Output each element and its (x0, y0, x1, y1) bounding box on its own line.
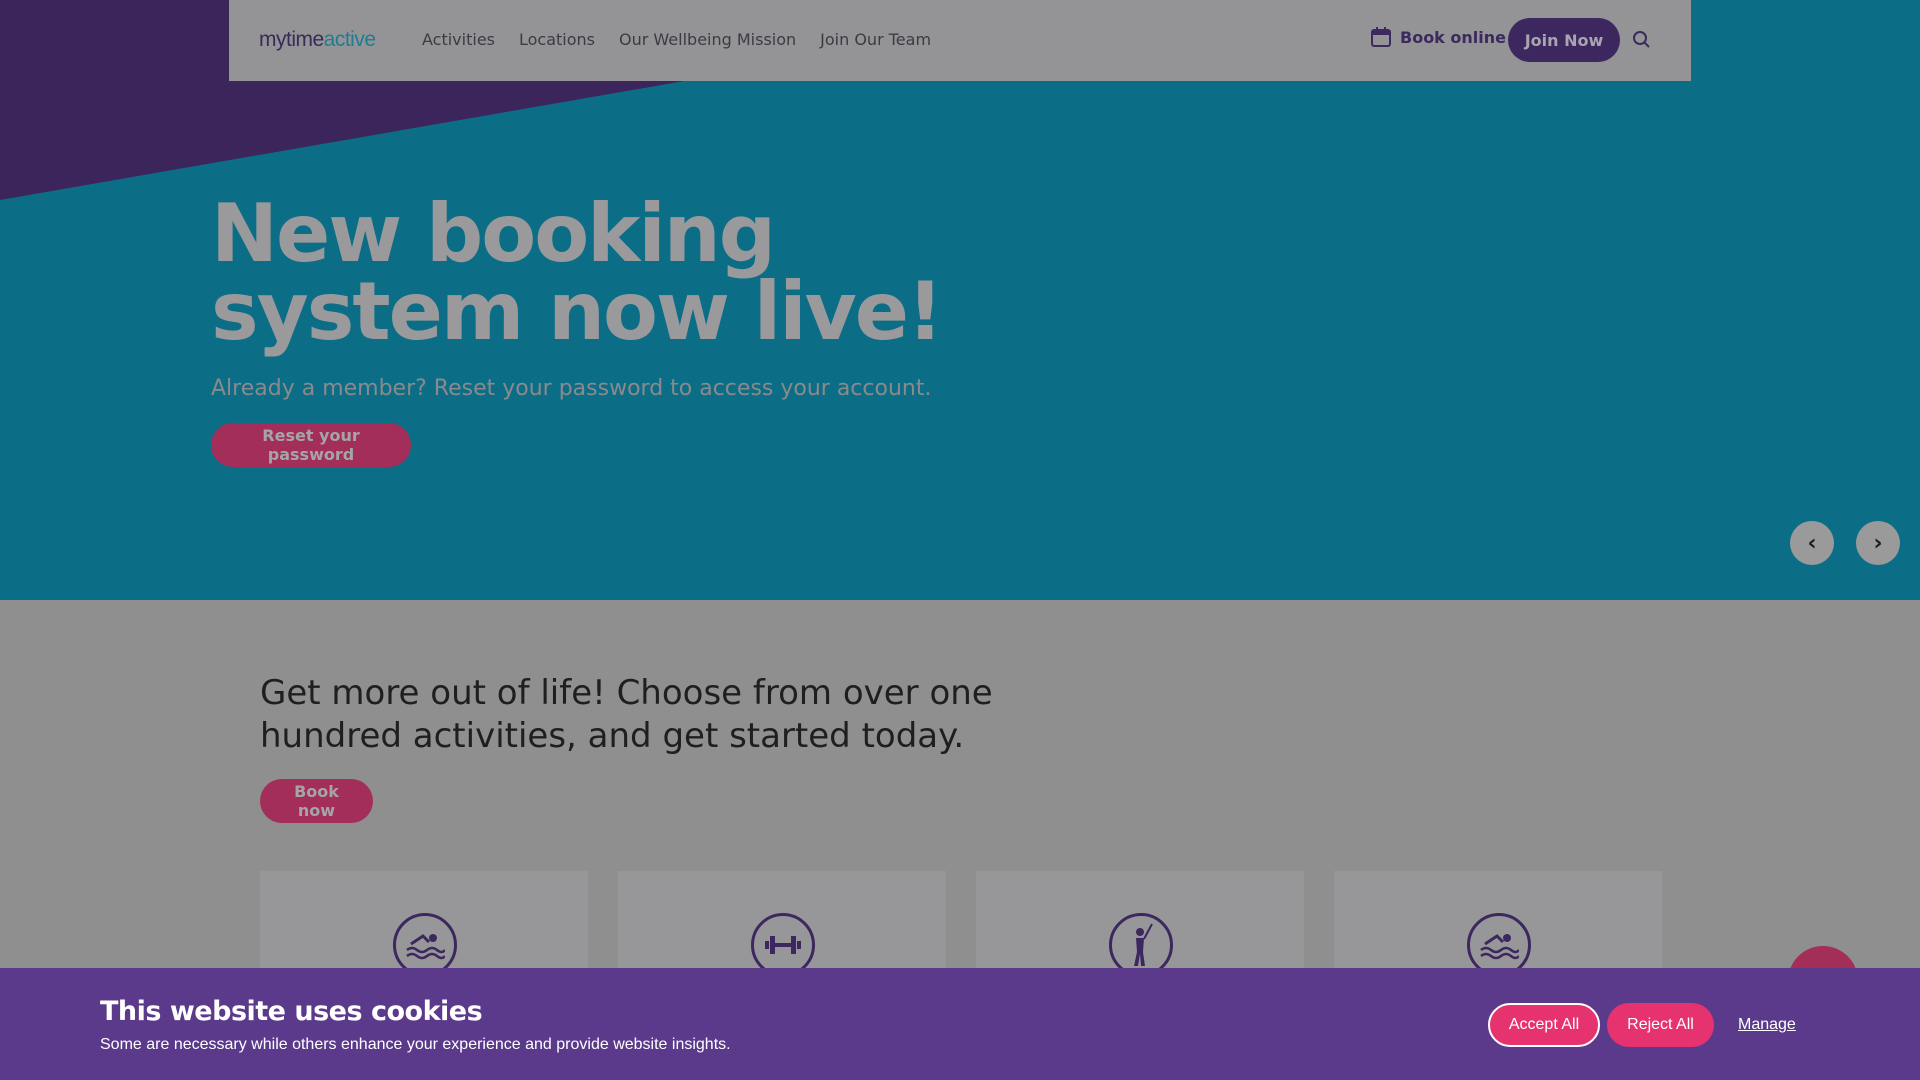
nav-item-wellbeing-mission[interactable]: Our Wellbeing Mission (619, 30, 796, 49)
book-online-label: Book online (1400, 27, 1506, 47)
book-online-link[interactable]: Book online (1370, 26, 1506, 48)
accept-all-cookies-button[interactable]: Accept All (1488, 1003, 1600, 1047)
hero-banner: New booking system now live! Already a m… (0, 0, 1920, 600)
book-now-button[interactable]: Book now (260, 779, 373, 823)
main-nav: Activities Locations Our Wellbeing Missi… (422, 30, 931, 49)
hero-title: New booking system now live! (211, 187, 944, 358)
cookie-banner-text: Some are necessary while others enhance … (100, 1036, 731, 1053)
logo-text-active: active (323, 28, 376, 51)
carousel-prev-button[interactable]: ‹ (1790, 521, 1834, 565)
nav-item-locations[interactable]: Locations (519, 30, 595, 49)
calendar-icon (1371, 27, 1391, 47)
hero-subtitle: Already a member? Reset your password to… (211, 376, 932, 401)
site-logo[interactable]: mytimeactive (259, 28, 376, 52)
nav-item-join-our-team[interactable]: Join Our Team (820, 30, 931, 49)
reject-all-cookies-button[interactable]: Reject All (1607, 1003, 1714, 1047)
site-header: mytimeactive Activities Locations Our We… (229, 0, 1691, 81)
nav-item-activities[interactable]: Activities (422, 30, 495, 49)
logo-text-mytime: mytime (259, 28, 324, 51)
carousel-next-button[interactable]: › (1856, 521, 1900, 565)
cookie-banner-title: This website uses cookies (100, 996, 483, 1027)
cookie-banner: This website uses cookies Some are neces… (0, 968, 1920, 1080)
manage-cookies-link[interactable]: Manage (1738, 1016, 1796, 1034)
reset-password-button[interactable]: Reset your password (211, 423, 411, 467)
search-icon[interactable] (1632, 30, 1652, 50)
activities-heading: Get more out of life! Choose from over o… (260, 673, 993, 756)
join-now-button[interactable]: Join Now (1508, 18, 1620, 62)
